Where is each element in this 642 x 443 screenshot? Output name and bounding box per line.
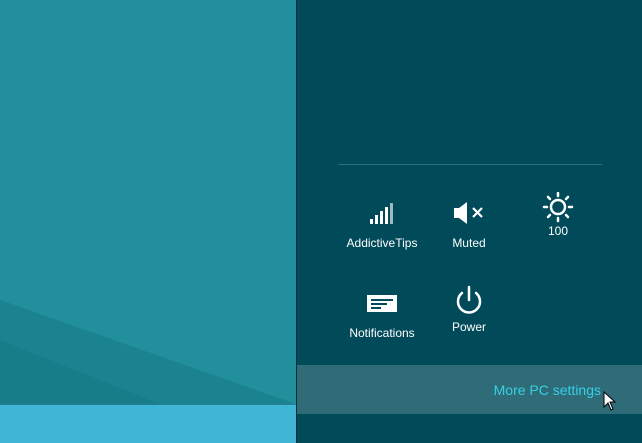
more-pc-settings-button[interactable]: More PC settings [297, 365, 642, 414]
wifi-signal-icon [370, 203, 393, 224]
desktop-background [0, 0, 296, 443]
settings-charm-pane: AddictiveTips Muted 100 Notifications Po… [296, 0, 642, 443]
brightness-tile[interactable]: 100 [513, 192, 603, 238]
desktop-wallpaper [0, 300, 296, 404]
divider [338, 164, 602, 165]
brightness-icon [542, 192, 574, 223]
power-icon [456, 285, 482, 314]
network-tile[interactable]: AddictiveTips [337, 196, 427, 250]
power-label: Power [451, 320, 486, 334]
speaker-muted-icon [454, 202, 483, 224]
volume-tile[interactable]: Muted [424, 196, 514, 250]
notifications-label: Notifications [349, 326, 415, 340]
volume-label: Muted [452, 236, 486, 250]
more-pc-settings-label: More PC settings [493, 382, 601, 398]
power-tile[interactable]: Power [424, 285, 514, 334]
mouse-cursor-icon [603, 391, 617, 411]
taskbar[interactable] [0, 404, 296, 443]
notifications-icon [367, 295, 397, 312]
network-label: AddictiveTips [346, 236, 418, 250]
brightness-label: 100 [547, 224, 569, 238]
notifications-tile[interactable]: Notifications [337, 286, 427, 340]
